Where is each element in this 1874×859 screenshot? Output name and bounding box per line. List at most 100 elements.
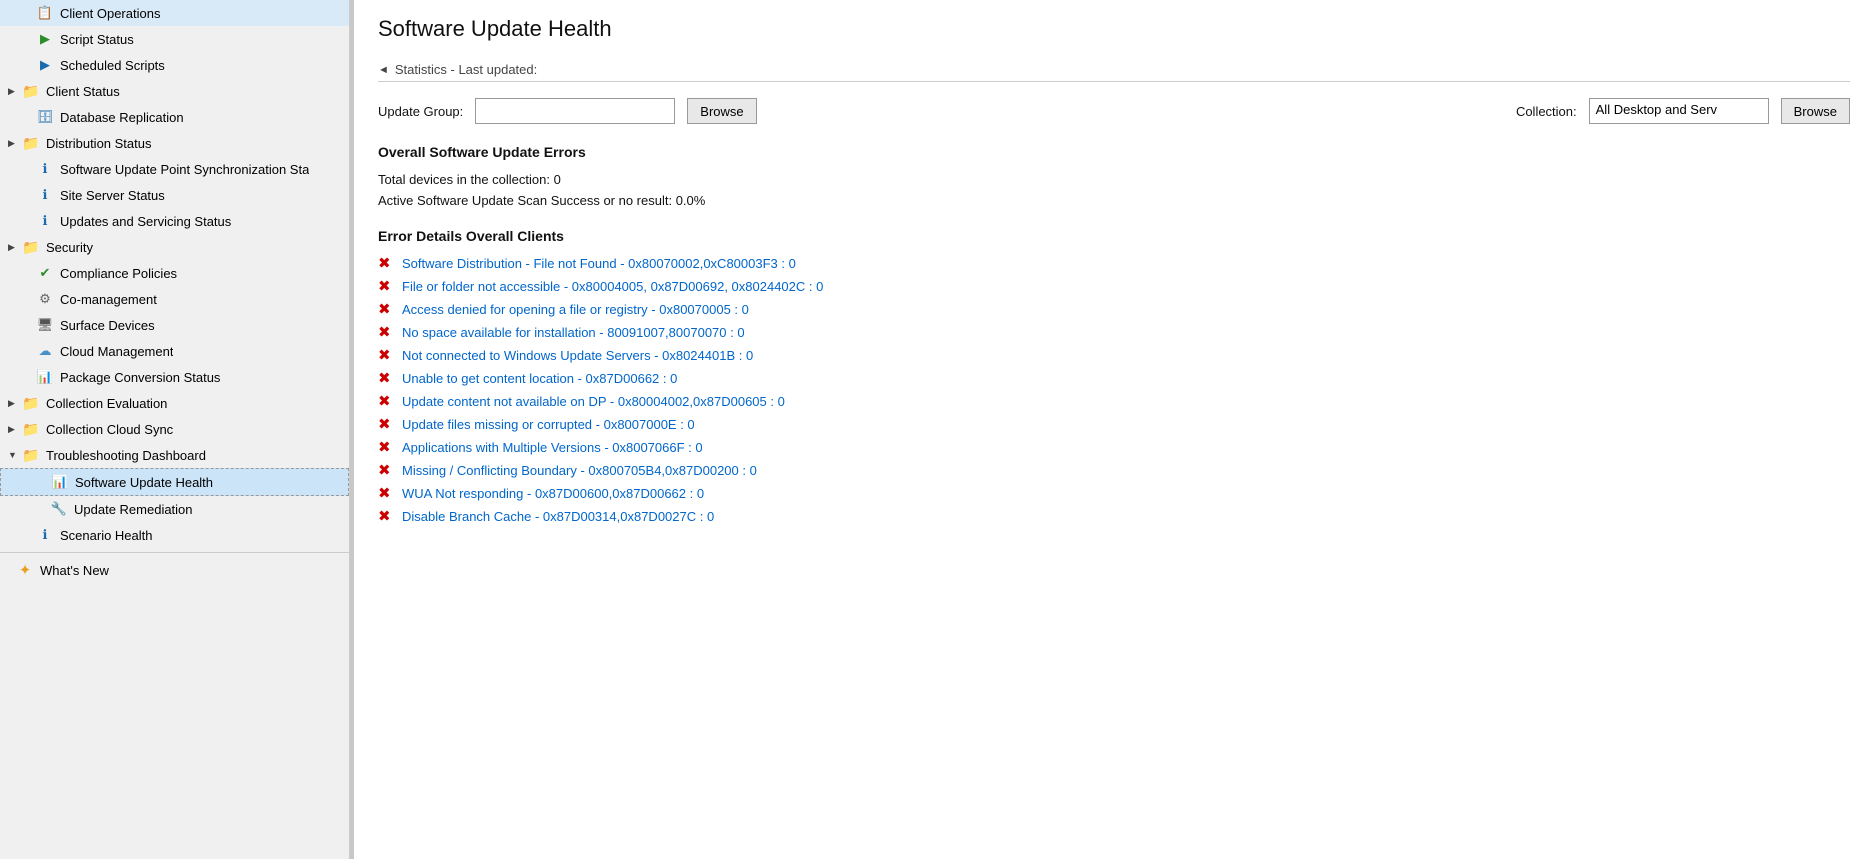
error-list: ✖ Software Distribution - File not Found … [378,254,1850,525]
error-link[interactable]: Disable Branch Cache - 0x87D00314,0x87D0… [402,509,714,524]
sidebar-item-co-management[interactable]: ⚙ Co-management [0,286,349,312]
error-link[interactable]: File or folder not accessible - 0x800040… [402,279,823,294]
error-link[interactable]: Missing / Conflicting Boundary - 0x80070… [402,463,757,478]
sidebar-item-software-update-point-sync[interactable]: ℹ Software Update Point Synchronization S… [0,156,349,182]
sidebar-item-cloud-management[interactable]: ☁Cloud Management [0,338,349,364]
error-list-item: ✖ Update files missing or corrupted - 0x8… [378,415,1850,433]
error-link[interactable]: Access denied for opening a file or regi… [402,302,749,317]
sidebar-item-label: Scheduled Scripts [60,58,165,73]
sidebar: 📋Client Operations▶Script Status▶Schedul… [0,0,350,859]
sidebar-item-label: Troubleshooting Dashboard [46,448,206,463]
sidebar-item-label: Database Replication [60,110,184,125]
error-list-item: ✖ Applications with Multiple Versions - 0… [378,438,1850,456]
info-icon: ℹ [36,160,54,178]
error-icon: ✖ [378,438,394,456]
info-icon: ℹ [36,186,54,204]
error-link[interactable]: No space available for installation - 80… [402,325,745,340]
sidebar-item-security[interactable]: ▶📁Security [0,234,349,260]
error-link[interactable]: Unable to get content location - 0x87D00… [402,371,677,386]
sidebar-item-label: What's New [40,563,109,578]
arrow-icon: ▶ [36,30,54,48]
sidebar-item-label: Security [46,240,93,255]
sidebar-item-collection-cloud-sync[interactable]: ▶📁Collection Cloud Sync [0,416,349,442]
error-link[interactable]: WUA Not responding - 0x87D00600,0x87D006… [402,486,704,501]
error-list-item: ✖ Update content not available on DP - 0x… [378,392,1850,410]
star-icon: ✦ [16,561,34,579]
sidebar-item-label: Compliance Policies [60,266,177,281]
error-list-item: ✖WUA Not responding - 0x87D00600,0x87D00… [378,484,1850,502]
sidebar-item-client-status[interactable]: ▶📁 Client Status [0,78,349,104]
error-link[interactable]: Update files missing or corrupted - 0x80… [402,417,695,432]
total-devices-label: Total devices in the collection: 0 [378,172,1850,187]
sidebar-item-compliance-policies[interactable]: ✔ Compliance Policies [0,260,349,286]
stats-section-header[interactable]: ◄ Statistics - Last updated: [378,62,1850,82]
expand-arrow: ▶ [8,398,20,409]
collection-value: All Desktop and Serv [1589,98,1769,124]
update-group-label: Update Group: [378,104,463,119]
error-link[interactable]: Applications with Multiple Versions - 0x… [402,440,703,455]
error-icon: ✖ [378,392,394,410]
sidebar-item-surface-devices[interactable]: 🖥 Surface Devices [0,312,349,338]
sidebar-item-package-conversion-status[interactable]: 📊Package Conversion Status [0,364,349,390]
update-group-input[interactable] [475,98,675,124]
sidebar-item-scenario-health[interactable]: ℹScenario Health [0,522,349,548]
error-icon: ✖ [378,277,394,295]
sidebar-item-software-update-health[interactable]: 📊Software Update Health [0,468,349,496]
gear-icon: ⚙ [36,290,54,308]
sidebar-item-label: Surface Devices [60,318,155,333]
sidebar-item-label: Client Operations [60,6,160,21]
sidebar-item-database-replication[interactable]: 🗄 Database Replication [0,104,349,130]
stats-label: Statistics - Last updated: [395,62,537,77]
info-icon: ℹ [36,212,54,230]
folder-icon: 📁 [22,134,40,152]
error-list-item: ✖ File or folder not accessible - 0x80004… [378,277,1850,295]
sidebar-item-client-operations[interactable]: 📋 Client Operations [0,0,349,26]
scenario-icon: ℹ [36,526,54,544]
sidebar-item-label: Co-management [60,292,157,307]
database-icon: 🗄 [36,108,54,126]
filter-row: Update Group: Browse Collection: All Des… [378,98,1850,124]
folder-icon: 📁 [22,82,40,100]
update-group-browse-button[interactable]: Browse [687,98,756,124]
expand-arrow: ▶ [8,86,20,97]
sidebar-item-scheduled-scripts[interactable]: ▶Scheduled Scripts [0,52,349,78]
sidebar-item-collection-evaluation[interactable]: ▶📁Collection Evaluation [0,390,349,416]
collection-browse-button[interactable]: Browse [1781,98,1850,124]
sidebar-item-label: Software Update Health [75,475,213,490]
error-icon: ✖ [378,346,394,364]
sidebar-item-label: Site Server Status [60,188,165,203]
error-icon: ✖ [378,415,394,433]
expand-arrow: ▶ [8,138,20,149]
sidebar-item-site-server-status[interactable]: ℹ Site Server Status [0,182,349,208]
wrench-icon: 🔧 [50,500,68,518]
folder-icon: 📁 [22,238,40,256]
main-content: Software Update Health ◄ Statistics - La… [354,0,1874,859]
sidebar-item-label: Script Status [60,32,134,47]
sidebar-item-label: Software Update Point Synchronization St… [60,162,309,177]
error-link[interactable]: Software Distribution - File not Found -… [402,256,796,271]
sidebar-item-script-status[interactable]: ▶ Script Status [0,26,349,52]
sidebar-item-distribution-status[interactable]: ▶📁Distribution Status [0,130,349,156]
monitor-icon: 🖥 [36,316,54,334]
sidebar-item-label: Client Status [46,84,120,99]
sidebar-item-update-remediation[interactable]: 🔧Update Remediation [0,496,349,522]
error-list-item: ✖Software Distribution - File not Found … [378,254,1850,272]
error-list-item: ✖No space available for installation - 8… [378,323,1850,341]
error-list-item: ✖Access denied for opening a file or reg… [378,300,1850,318]
error-icon: ✖ [378,507,394,525]
error-link[interactable]: Not connected to Windows Update Servers … [402,348,753,363]
error-list-item: ✖ Not connected to Windows Update Servers… [378,346,1850,364]
check-icon: ✔ [36,264,54,282]
sidebar-item-whats-new[interactable]: ✦ What's New [0,557,349,583]
error-link[interactable]: Update content not available on DP - 0x8… [402,394,785,409]
error-icon: ✖ [378,461,394,479]
overall-errors-title: Overall Software Update Errors [378,144,1850,160]
page-title: Software Update Health [378,16,1850,42]
sidebar-item-troubleshooting-dashboard[interactable]: ▼📁Troubleshooting Dashboard [0,442,349,468]
clipboard-icon: 📋 [36,4,54,22]
sidebar-item-label: Package Conversion Status [60,370,220,385]
cloud-icon: ☁ [36,342,54,360]
sidebar-item-label: Updates and Servicing Status [60,214,231,229]
sidebar-item-updates-servicing-status[interactable]: ℹ Updates and Servicing Status [0,208,349,234]
sidebar-item-label: Collection Evaluation [46,396,167,411]
